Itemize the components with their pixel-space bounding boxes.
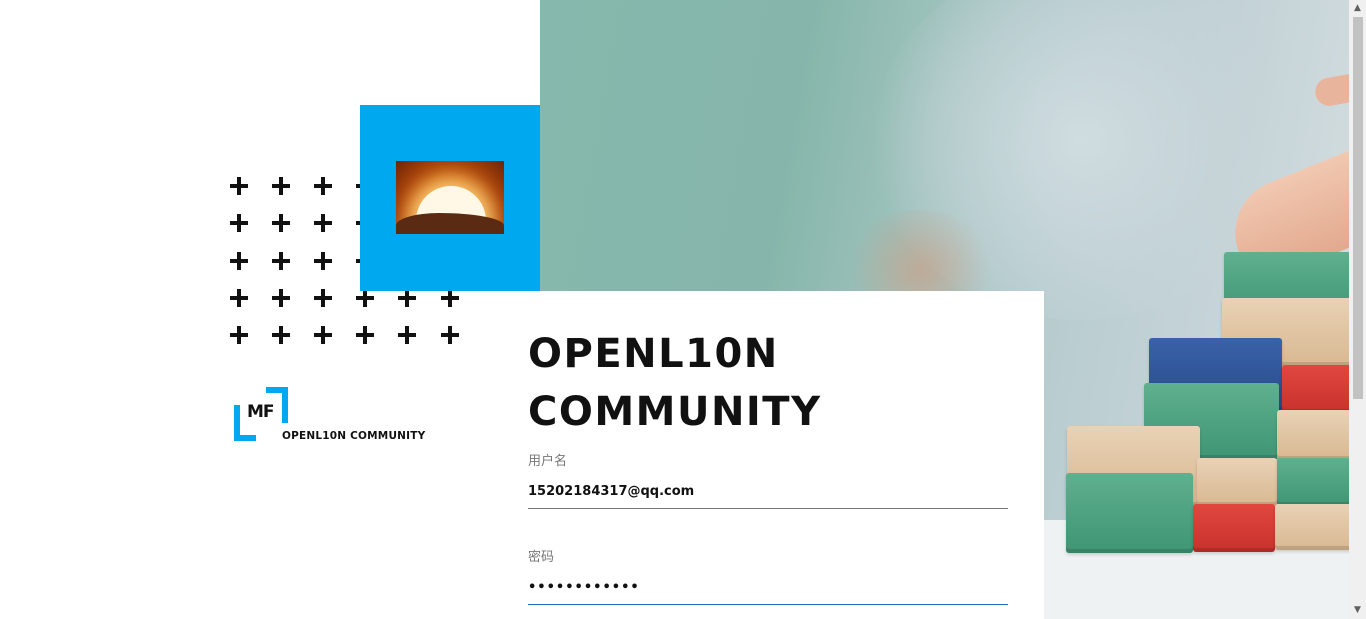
sunrise-image bbox=[396, 161, 504, 234]
page-title: OPENL10N COMMUNITY bbox=[528, 325, 822, 441]
scrollbar-thumb[interactable] bbox=[1353, 17, 1363, 399]
login-page: MF OPENL10N COMMUNITY OPENL10N COMMUNITY… bbox=[0, 0, 1366, 619]
logo-caption: OPENL10N COMMUNITY bbox=[282, 430, 426, 442]
scroll-down-arrow-icon[interactable]: ▼ bbox=[1349, 602, 1366, 619]
password-label: 密码 bbox=[528, 550, 555, 565]
password-input[interactable] bbox=[528, 570, 1008, 605]
title-line-2: COMMUNITY bbox=[528, 389, 822, 435]
username-label: 用户名 bbox=[528, 454, 568, 469]
scroll-up-arrow-icon[interactable]: ▲ bbox=[1349, 0, 1366, 17]
title-line-1: OPENL10N bbox=[528, 331, 779, 377]
username-input[interactable] bbox=[528, 474, 1008, 509]
mf-logo: MF bbox=[234, 387, 288, 441]
logo-text: MF bbox=[247, 402, 275, 422]
